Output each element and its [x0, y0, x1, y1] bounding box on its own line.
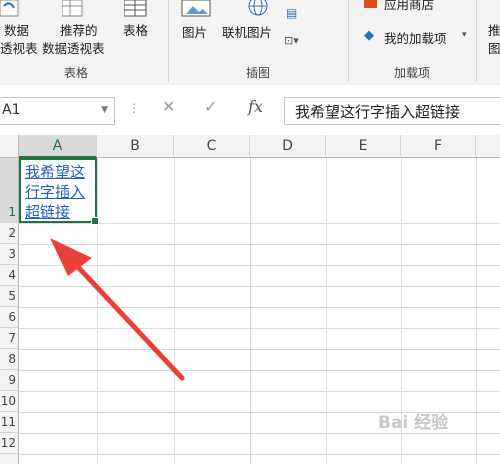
- formula-bar: A1 ▼ ⋮ ✕ ✓ fx 我希望这行字插入超链接: [0, 85, 500, 135]
- column-header-b[interactable]: B: [97, 135, 174, 158]
- table-icon: [124, 0, 147, 17]
- table-label: 表格: [123, 23, 149, 38]
- store-icon: [364, 0, 377, 8]
- more-options-icon[interactable]: ⋮: [128, 101, 140, 115]
- column-header-g[interactable]: [476, 135, 500, 158]
- ribbon-partial-label: 推: [488, 23, 500, 38]
- gridline: [19, 433, 500, 434]
- gridline: [250, 158, 251, 464]
- row-header-2[interactable]: 2: [0, 223, 19, 244]
- ribbon-separator: [476, 0, 477, 82]
- gridline: [174, 158, 175, 464]
- cancel-icon[interactable]: ✕: [162, 97, 175, 116]
- gridline: [19, 349, 500, 350]
- gridline: [326, 158, 327, 464]
- recommended-pivot-icon: [62, 0, 83, 17]
- recommended-pivot-label-1: 推荐的: [60, 23, 98, 38]
- row-header-9[interactable]: 9: [0, 370, 19, 391]
- gridline: [19, 244, 500, 245]
- row-header-13[interactable]: [0, 454, 19, 464]
- ribbon-separator: [348, 0, 349, 82]
- column-header-e[interactable]: E: [326, 135, 401, 158]
- formula-content: 我希望这行字插入超链接: [295, 103, 461, 121]
- ribbon-separator: [168, 0, 169, 82]
- group-illustrations-label: 插图: [246, 66, 271, 80]
- column-header-c[interactable]: C: [174, 135, 250, 158]
- my-addins-label: 我的加载项: [384, 31, 447, 46]
- name-box-value: A1: [2, 102, 21, 118]
- pictures-label: 图片: [182, 25, 208, 40]
- row-header-3[interactable]: 3: [0, 244, 19, 265]
- name-box[interactable]: A1 ▼: [0, 97, 115, 125]
- pivot-table-icon: [0, 0, 19, 17]
- row-header-8[interactable]: 8: [0, 349, 19, 370]
- chevron-down-icon[interactable]: ▼: [101, 105, 108, 115]
- pivot-label-2: 透视表: [0, 41, 38, 56]
- gridline: [19, 328, 500, 329]
- row-header-5[interactable]: 5: [0, 286, 19, 307]
- gridline: [97, 158, 98, 464]
- online-picture-icon: [248, 0, 268, 16]
- row-header-4[interactable]: 4: [0, 265, 19, 286]
- insert-function-icon[interactable]: fx: [248, 97, 263, 116]
- gridline: [19, 370, 500, 371]
- column-header-d[interactable]: D: [250, 135, 326, 158]
- pivot-label-1: 数据: [4, 23, 30, 38]
- cell-a1[interactable]: 我希望这行字插入超链接: [19, 158, 99, 225]
- picture-icon: [181, 0, 211, 17]
- screenshot-dropdown-icon[interactable]: ⊡▾: [284, 34, 299, 47]
- cell-a1-hyperlink-text[interactable]: 我希望这行字插入超链接: [25, 162, 97, 222]
- gridline: [19, 307, 500, 308]
- row-header-10[interactable]: 10: [0, 391, 19, 412]
- shapes-icon[interactable]: ▤: [286, 6, 297, 20]
- group-tables-label: 表格: [64, 66, 89, 80]
- ribbon: 数据 透视表 推荐的 数据透视表 表格 表格 图片 联机图片 ▤ ⊡▾ 插图 应…: [0, 0, 500, 86]
- formula-input[interactable]: 我希望这行字插入超链接: [284, 97, 500, 125]
- row-header-1[interactable]: 1: [0, 158, 19, 223]
- recommended-pivot-label-2: 数据透视表: [42, 41, 105, 56]
- column-header-f[interactable]: F: [401, 135, 476, 158]
- online-pictures-label: 联机图片: [222, 25, 273, 40]
- gridline: [19, 265, 500, 266]
- addins-icon: ◆: [364, 28, 374, 43]
- row-header-11[interactable]: 11: [0, 412, 19, 433]
- ribbon-partial-label-2: 图: [488, 41, 500, 56]
- gridline: [19, 454, 500, 455]
- fill-handle[interactable]: [91, 217, 99, 225]
- row-header-12[interactable]: 12: [0, 433, 19, 454]
- watermark-logo: Bai 经验: [378, 413, 449, 433]
- gridline: [19, 391, 500, 392]
- group-addins-label: 加载项: [394, 66, 431, 80]
- gridline: [19, 286, 500, 287]
- enter-icon[interactable]: ✓: [204, 97, 217, 116]
- gridline: [476, 158, 477, 464]
- select-all-corner[interactable]: [0, 135, 19, 158]
- row-header-7[interactable]: 7: [0, 328, 19, 349]
- column-header-a[interactable]: A: [19, 135, 97, 158]
- chevron-down-icon: ▾: [462, 30, 467, 40]
- app-store-label: 应用商店: [384, 0, 435, 12]
- row-header-6[interactable]: 6: [0, 307, 19, 328]
